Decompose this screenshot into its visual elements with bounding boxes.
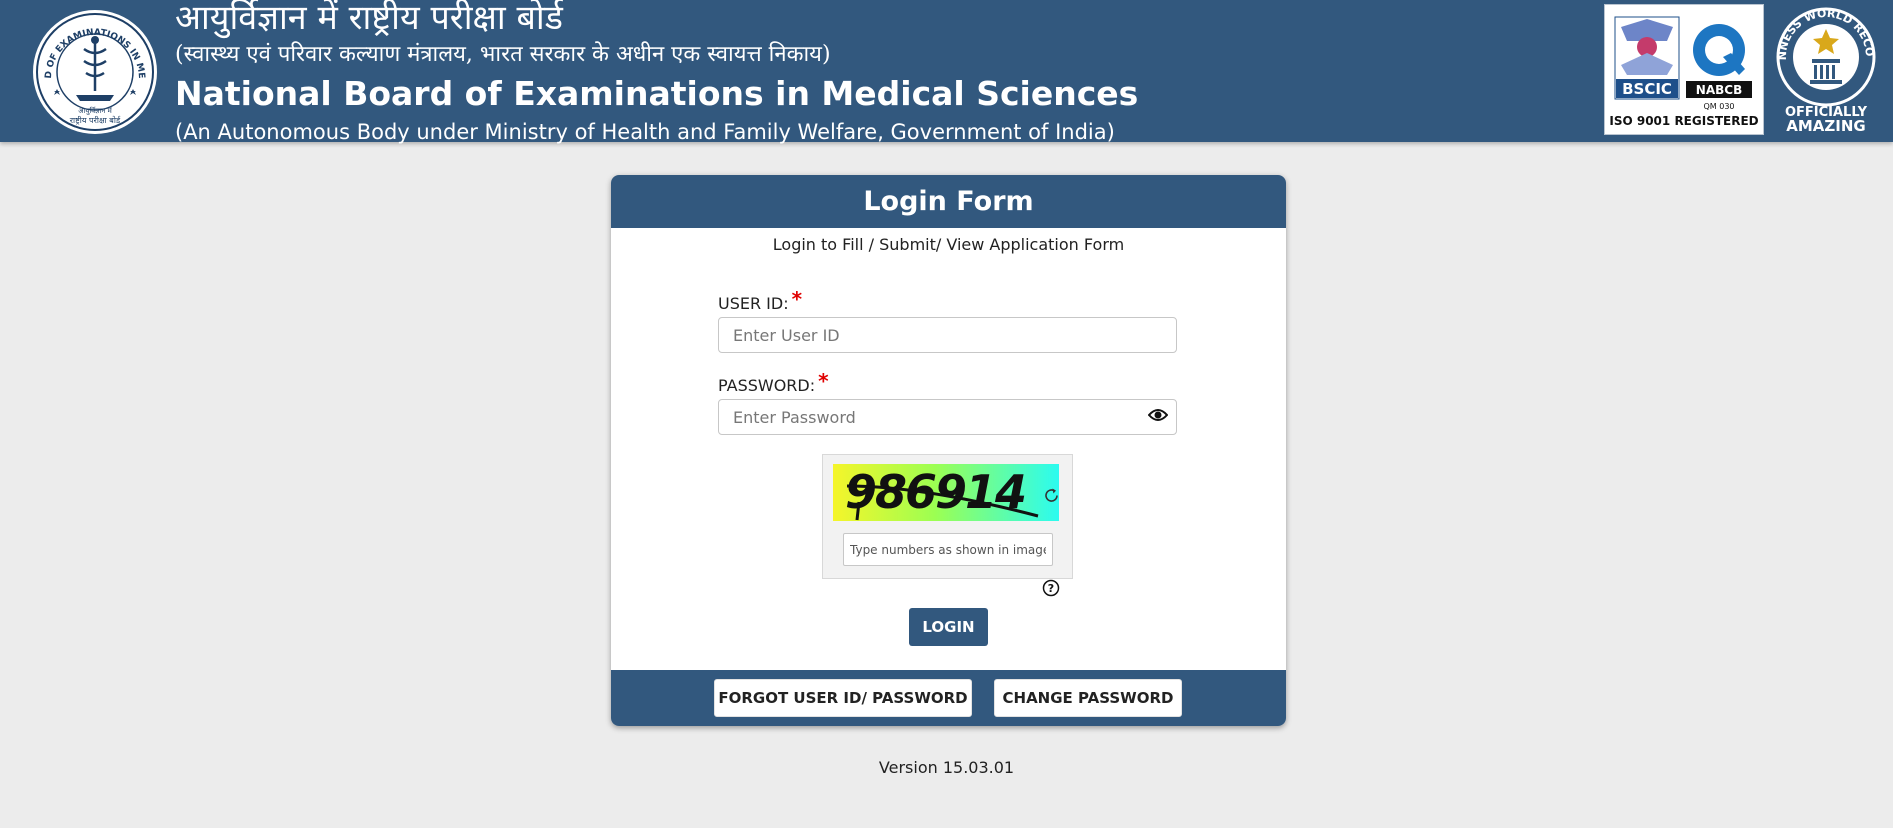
required-mark: * [791,287,803,311]
hindi-subtitle: (स्वास्थ्य एवं परिवार कल्याण मंत्रालय, भ… [175,42,831,67]
svg-text:AMAZING: AMAZING [1786,117,1865,135]
iso-badge: BSCIC NABCB QM 030 ISO 9001 REGISTERED [1604,4,1764,135]
svg-text:आयुर्विज्ञान में: आयुर्विज्ञान में [78,106,112,115]
login-form-title: Login Form [611,175,1286,228]
guinness-badge: GUINNESS WORLD RECORDS OFFICIALLY AMAZIN… [1774,5,1876,135]
svg-text:986914: 986914 [845,465,1025,519]
login-form-footer: FORGOT USER ID/ PASSWORD CHANGE PASSWORD [611,670,1286,726]
version-text: Version 15.03.01 [878,758,1015,777]
user-id-label: USER ID: * [718,287,803,314]
svg-text:NABCB: NABCB [1696,83,1742,97]
svg-text:ISO 9001 REGISTERED: ISO 9001 REGISTERED [1609,114,1758,128]
user-id-input[interactable] [718,317,1177,353]
english-title: National Board of Examinations in Medica… [175,74,1139,113]
password-label-text: PASSWORD: [718,376,816,395]
site-header: NATIONAL BOARD OF EXAMINATIONS IN MEDICA… [0,0,1893,144]
captcha-image: 986914 [833,464,1059,521]
change-password-button[interactable]: CHANGE PASSWORD [994,679,1182,717]
forgot-user-id-password-button[interactable]: FORGOT USER ID/ PASSWORD [714,679,972,717]
svg-text:QM 030: QM 030 [1703,102,1734,111]
captcha-input[interactable] [843,533,1053,566]
password-label: PASSWORD: * [718,369,829,396]
password-input[interactable] [718,399,1177,435]
hindi-title: आयुर्विज्ञान में राष्ट्रीय परीक्षा बोर्ड [175,0,563,38]
eye-icon[interactable] [1148,408,1168,422]
login-form-subtitle: Login to Fill / Submit/ View Application… [772,235,1125,254]
nbe-logo: NATIONAL BOARD OF EXAMINATIONS IN MEDICA… [32,9,157,134]
required-mark: * [818,369,829,393]
captcha-panel: 986914 [822,454,1073,579]
login-button[interactable]: LOGIN [909,608,988,646]
svg-text:?: ? [1048,582,1054,595]
english-subtitle: (An Autonomous Body under Ministry of He… [175,120,1115,144]
svg-text:राष्ट्रीय परीक्षा बोर्ड: राष्ट्रीय परीक्षा बोर्ड [70,115,121,125]
login-form-card: Login Form Login to Fill / Submit/ View … [611,175,1286,726]
refresh-icon[interactable] [1043,487,1060,504]
help-icon[interactable]: ? [1042,579,1060,597]
svg-text:BSCIC: BSCIC [1622,80,1672,98]
user-id-label-text: USER ID: [718,294,789,313]
